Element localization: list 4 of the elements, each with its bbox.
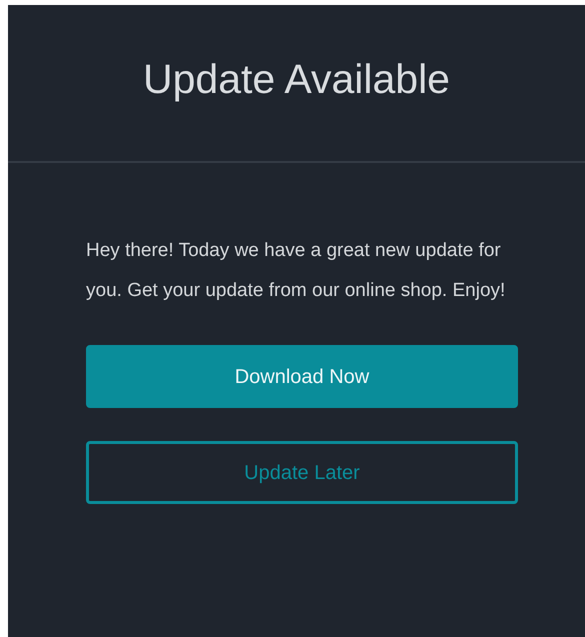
later-button[interactable]: Update Later bbox=[86, 441, 518, 504]
download-button[interactable]: Download Now bbox=[86, 345, 518, 408]
message-text: Hey there! Today we have a great new update for you. Get your update from our online shop. Enjoy! bbox=[86, 239, 506, 303]
dialog-title: Update Available bbox=[143, 55, 450, 104]
